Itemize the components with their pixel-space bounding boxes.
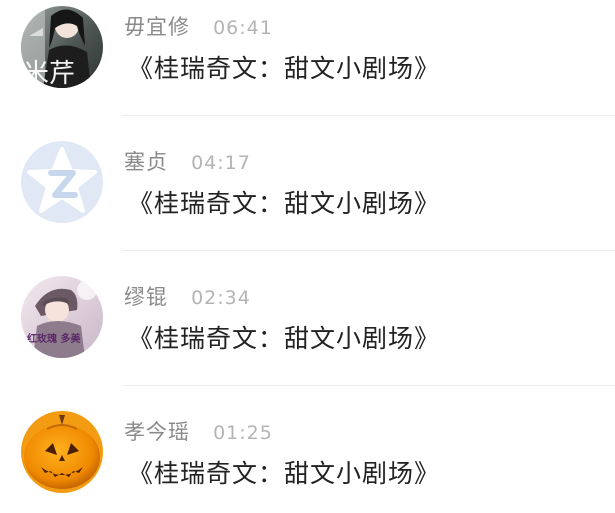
message-time: 06:41 xyxy=(213,17,273,39)
message-text: 《桂瑞奇文：甜文小剧场》 xyxy=(128,324,441,353)
list-item[interactable]: 孝今瑶 01:25 《桂瑞奇文：甜文小剧场》 xyxy=(0,386,615,513)
sender-name: 塞贞 xyxy=(124,150,168,174)
avatar[interactable] xyxy=(21,411,103,493)
message-meta: 孝今瑶 01:25 xyxy=(124,416,273,446)
avatar-overlay-text: 红玫瑰 多美 xyxy=(27,332,81,345)
sender-name: 缪锟 xyxy=(124,285,168,309)
list-item[interactable]: 红玫瑰 多美 缪锟 02:34 《桂瑞奇文：甜文小剧场》 xyxy=(0,251,615,386)
default-star-avatar-icon xyxy=(21,141,103,223)
message-text: 《桂瑞奇文：甜文小剧场》 xyxy=(128,459,441,488)
message-text: 《桂瑞奇文：甜文小剧场》 xyxy=(128,189,441,218)
photo-avatar-icon: 米芹 xyxy=(21,6,103,88)
sender-name: 孝今瑶 xyxy=(124,420,190,444)
sender-name: 毋宜修 xyxy=(124,15,190,39)
list-item[interactable]: 塞贞 04:17 《桂瑞奇文：甜文小剧场》 xyxy=(0,116,615,251)
list-item[interactable]: 米芹 毋宜修 06:41 《桂瑞奇文：甜文小剧场》 xyxy=(0,0,615,116)
avatar[interactable] xyxy=(21,141,103,223)
message-meta: 毋宜修 06:41 xyxy=(124,11,273,41)
message-time: 01:25 xyxy=(213,422,273,444)
message-time: 02:34 xyxy=(191,287,251,309)
message-text: 《桂瑞奇文：甜文小剧场》 xyxy=(128,54,441,83)
pumpkin-avatar-icon xyxy=(21,411,103,493)
message-meta: 缪锟 02:34 xyxy=(124,281,251,311)
avatar-overlay-text: 米芹 xyxy=(23,59,75,88)
photo-avatar-icon: 红玫瑰 多美 xyxy=(21,276,103,358)
avatar[interactable]: 米芹 xyxy=(21,6,103,88)
message-list: 米芹 毋宜修 06:41 《桂瑞奇文：甜文小剧场》 塞贞 04:17 《桂瑞奇文… xyxy=(0,0,615,513)
message-time: 04:17 xyxy=(191,152,251,174)
message-meta: 塞贞 04:17 xyxy=(124,146,251,176)
avatar[interactable]: 红玫瑰 多美 xyxy=(21,276,103,358)
